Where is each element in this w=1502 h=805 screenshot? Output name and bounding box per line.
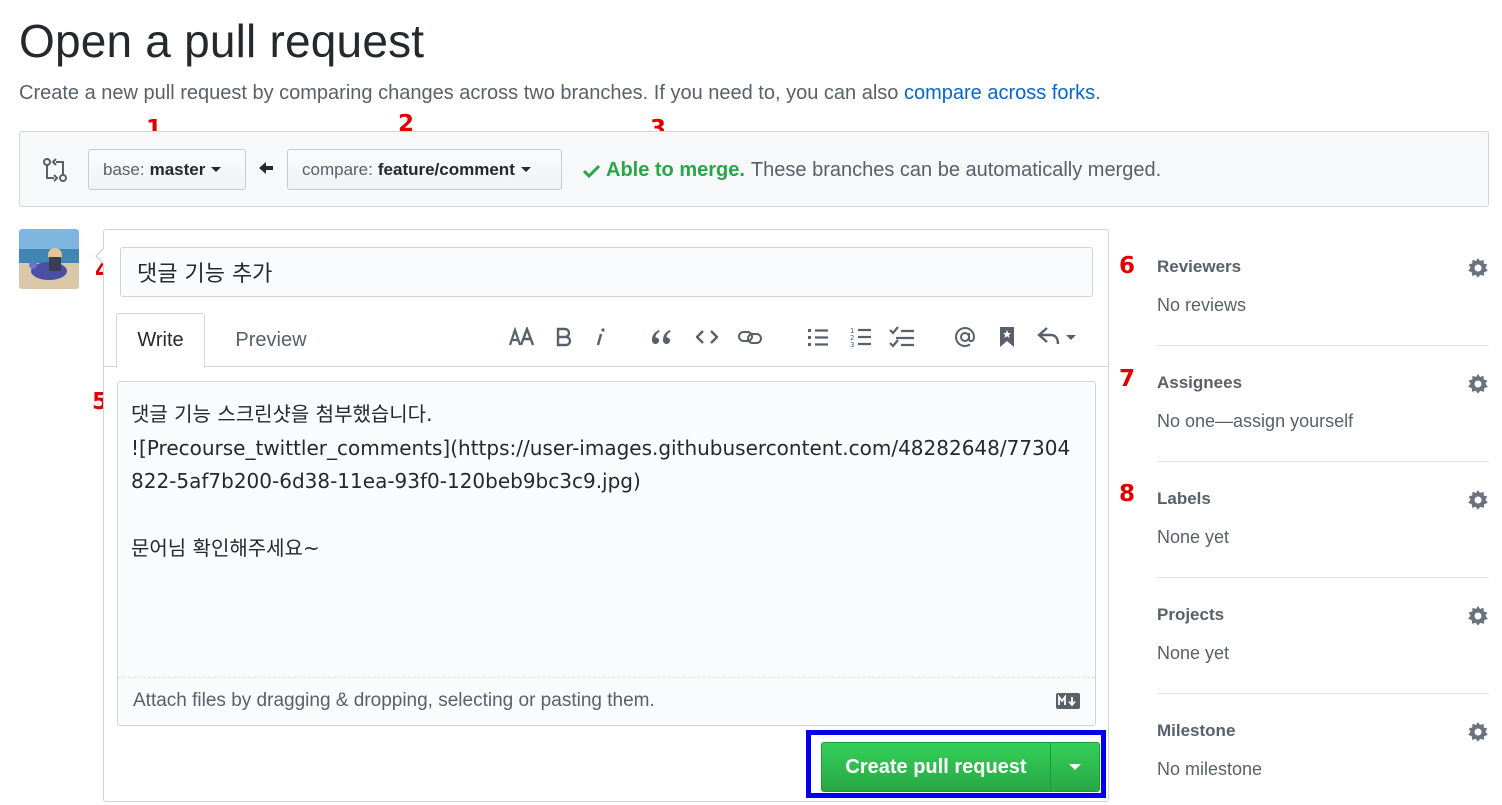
text-size-icon[interactable]	[507, 323, 537, 351]
sidebar-heading: Projects	[1157, 605, 1225, 624]
annotation-8: 8	[1119, 481, 1136, 507]
base-branch-select[interactable]: base: master	[88, 149, 246, 190]
compare-prefix: compare:	[302, 159, 373, 179]
submit-options-dropdown[interactable]	[1050, 743, 1099, 791]
page-description: Create a new pull request by comparing c…	[19, 82, 1101, 105]
check-icon	[583, 164, 600, 178]
title-input[interactable]	[120, 247, 1093, 297]
tab-preview[interactable]: Preview	[216, 313, 326, 367]
base-prefix: base:	[103, 159, 145, 179]
sidebar-item-assignees: Assignees No one—assign yourself	[1157, 346, 1489, 462]
body-textarea[interactable]: 댓글 기능 스크린샷을 첨부했습니다. ![Precourse_twittler…	[117, 381, 1096, 726]
branch-range-editor: base: master compare: feature/comment Ab…	[19, 131, 1489, 207]
compare-branch-name: feature/comment	[377, 159, 515, 179]
code-icon[interactable]	[694, 323, 720, 351]
pull-request-form: Write Preview 123	[95, 229, 1109, 802]
page-description-end: .	[1095, 82, 1101, 104]
create-pull-request-button[interactable]: Create pull request	[821, 742, 1100, 792]
attach-files-text: Attach files by dragging & dropping, sel…	[133, 690, 655, 711]
mention-icon[interactable]	[952, 323, 978, 351]
sidebar-item-projects: Projects None yet	[1157, 578, 1489, 694]
sidebar-item-milestone: Milestone No milestone	[1157, 694, 1489, 805]
sidebar-value: None yet	[1157, 527, 1230, 547]
compare-branch-select[interactable]: compare: feature/comment	[287, 149, 562, 190]
gear-icon[interactable]	[1467, 721, 1489, 743]
sidebar-heading: Reviewers	[1157, 257, 1242, 276]
sidebar-heading: Assignees	[1157, 373, 1243, 392]
create-pull-request-label: Create pull request	[845, 755, 1027, 778]
chevron-down-icon	[211, 167, 222, 172]
page-title: Open a pull request	[19, 15, 425, 67]
task-list-icon[interactable]	[888, 323, 916, 351]
editor-tabbar: Write Preview 123	[104, 313, 1108, 368]
italic-icon[interactable]	[588, 323, 612, 351]
sidebar-value: No one—assign yourself	[1157, 411, 1354, 431]
chevron-down-icon	[1069, 764, 1081, 770]
link-icon[interactable]	[736, 323, 764, 351]
unordered-list-icon[interactable]	[805, 323, 831, 351]
body-text[interactable]: 댓글 기능 스크린샷을 첨부했습니다. ![Precourse_twittler…	[131, 398, 1081, 566]
bold-icon[interactable]	[552, 323, 576, 351]
sidebar-value: None yet	[1157, 643, 1230, 663]
svg-text:3: 3	[850, 341, 854, 348]
sidebar-item-labels: Labels None yet	[1157, 462, 1489, 578]
bookmark-icon[interactable]	[995, 323, 1019, 351]
markdown-icon	[1056, 693, 1080, 709]
page-description-text: Create a new pull request by comparing c…	[19, 82, 904, 104]
tab-write[interactable]: Write	[116, 313, 205, 368]
compare-icon	[43, 158, 67, 182]
merge-detail-text: These branches can be automatically merg…	[750, 159, 1162, 181]
sidebar-value: No reviews	[1157, 295, 1247, 315]
reply-icon[interactable]	[1035, 323, 1079, 351]
sidebar-heading: Milestone	[1157, 721, 1236, 740]
quote-icon[interactable]	[648, 323, 674, 351]
merge-status: Able to merge. These branches can be aut…	[583, 159, 1161, 182]
submit-highlight-frame: Create pull request	[806, 730, 1106, 798]
gear-icon[interactable]	[1467, 605, 1489, 627]
sidebar-item-reviewers: Reviewers No reviews	[1157, 230, 1489, 346]
chevron-down-icon	[520, 167, 531, 172]
merge-ok-text: Able to merge.	[606, 159, 745, 181]
ordered-list-icon[interactable]: 123	[848, 323, 874, 351]
sidebar-value: No milestone	[1157, 759, 1263, 779]
gear-icon[interactable]	[1467, 489, 1489, 511]
gear-icon[interactable]	[1467, 257, 1489, 279]
gear-icon[interactable]	[1467, 373, 1489, 395]
sidebar: Reviewers No reviews Assignees No one—as…	[1157, 230, 1489, 805]
arrow-left-icon	[259, 162, 273, 174]
base-branch-name: master	[149, 159, 206, 179]
annotation-7: 7	[1119, 366, 1136, 392]
avatar	[19, 229, 79, 289]
sidebar-heading: Labels	[1157, 489, 1211, 508]
attach-files-area[interactable]: Attach files by dragging & dropping, sel…	[118, 677, 1095, 725]
compare-across-forks-link[interactable]: compare across forks	[904, 82, 1095, 104]
annotation-6: 6	[1119, 253, 1136, 279]
